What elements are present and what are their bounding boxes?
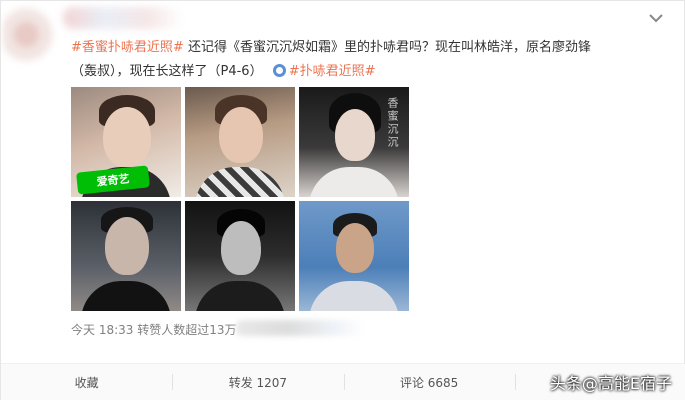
repost-button[interactable]: 转发 1207 xyxy=(172,364,343,400)
comment-button[interactable]: 评论 6685 xyxy=(343,364,515,400)
iqiyi-label: 爱奇艺 xyxy=(95,172,131,189)
chevron-down-icon[interactable] xyxy=(648,11,664,25)
topic-icon xyxy=(272,64,286,77)
poster-title: 香蜜沉沉 xyxy=(386,97,399,149)
hashtag-link[interactable]: #扑哧君近照# xyxy=(289,64,376,79)
post-line-1: #香蜜扑哧君近照# 还记得《香蜜沉沉烬如霜》里的扑哧君吗？现在叫林皓洋，原名廖劲… xyxy=(71,36,666,60)
post-text-segment: （轰叔），现在长这样了（P4-6） xyxy=(71,64,263,79)
weibo-post-card: #香蜜扑哧君近照# 还记得《香蜜沉沉烬如霜》里的扑哧君吗？现在叫林皓洋，原名廖劲… xyxy=(0,0,685,400)
post-line-2: （轰叔），现在长这样了（P4-6） #扑哧君近照# xyxy=(71,60,666,84)
post-time[interactable]: 今天 18:33 xyxy=(71,323,133,337)
photo-thumbnail[interactable] xyxy=(71,201,181,311)
blurred-username xyxy=(63,7,183,29)
photo-thumbnail[interactable]: 香蜜沉沉 xyxy=(299,87,409,197)
photo-thumbnail[interactable] xyxy=(185,87,295,197)
post-meta: 今天 18:33 转赞人数超过13万 xyxy=(71,321,237,338)
comment-label: 评论 6685 xyxy=(399,375,459,390)
photo-thumbnail[interactable] xyxy=(299,201,409,311)
post-text: #香蜜扑哧君近照# 还记得《香蜜沉沉烬如霜》里的扑哧君吗？现在叫林皓洋，原名廖劲… xyxy=(71,36,666,84)
photo-thumbnail[interactable] xyxy=(185,201,295,311)
collect-button[interactable]: 收藏 xyxy=(1,364,172,400)
hashtag-link[interactable]: #香蜜扑哧君近照# xyxy=(71,40,184,55)
collect-label: 收藏 xyxy=(74,375,99,390)
blurred-avatar xyxy=(3,3,61,73)
repost-label: 转发 1207 xyxy=(228,375,288,390)
post-text-segment: 还记得《香蜜沉沉烬如霜》里的扑哧君吗？现在叫林皓洋，原名廖劲锋 xyxy=(187,40,591,55)
photo-thumbnail[interactable]: 爱奇艺 xyxy=(71,87,181,197)
photo-grid: 爱奇艺 香蜜沉沉 xyxy=(71,87,409,312)
blurred-source xyxy=(236,320,366,336)
watermark: 头条@高能E宿子 xyxy=(549,374,672,393)
repost-summary: 转赞人数超过13万 xyxy=(137,323,237,337)
